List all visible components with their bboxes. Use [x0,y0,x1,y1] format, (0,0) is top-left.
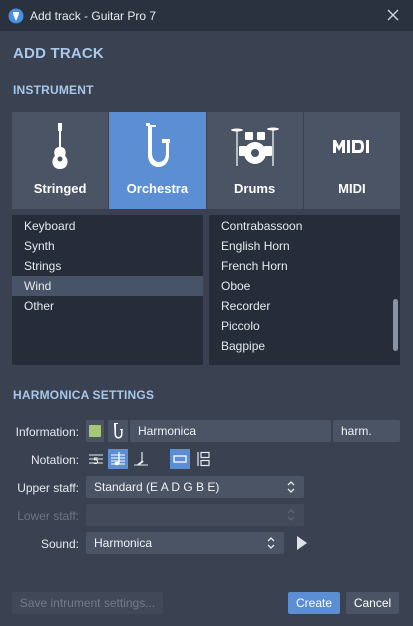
lower-staff-select [86,504,304,526]
category-stringed[interactable]: Stringed [12,112,110,209]
category-label: MIDI [338,181,366,196]
list-item[interactable]: Contrabassoon [209,216,400,236]
list-item[interactable]: Other [12,296,203,316]
guitar-pro-logo-icon [8,8,24,23]
notation-label: Notation: [30,453,79,467]
sound-select[interactable]: Harmonica [86,532,284,554]
category-selector: Stringed Orchestra Drums MIDI [12,112,400,209]
cancel-button[interactable]: Cancel [346,592,399,614]
category-label: Drums [234,181,276,196]
guitar-icon [52,123,68,169]
track-name-input[interactable]: Harmonica [130,420,331,442]
drum-kit-icon [230,127,279,166]
grand-staff-toggle[interactable] [193,449,213,469]
instrument-list: Contrabassoon English Horn French Horn O… [209,215,400,365]
single-staff-toggle[interactable] [170,449,190,469]
list-item[interactable]: Keyboard [12,216,203,236]
title-bar: Add track - Guitar Pro 7 [0,0,413,31]
instrument-heading: INSTRUMENT [13,83,94,97]
saxophone-icon [114,423,123,439]
list-item[interactable]: Recorder [209,296,400,316]
chevron-updown-icon [287,509,295,521]
category-midi[interactable]: MIDI [303,112,400,209]
list-item[interactable]: Strings [12,256,203,276]
category-orchestra[interactable]: Orchestra [109,112,207,209]
information-label: Information: [15,425,79,439]
play-icon[interactable] [296,535,308,551]
upper-staff-label: Upper staff: [17,481,79,495]
slash-notation-toggle[interactable] [131,449,151,469]
subcategory-list: Keyboard Synth Strings Wind Other [12,215,203,365]
track-short-name-input[interactable]: harm. [333,420,400,442]
sound-value: Harmonica [94,536,153,550]
saxophone-icon [146,123,171,167]
slash-notation-icon [134,452,148,466]
track-color-picker[interactable] [86,420,104,442]
single-staff-icon [173,455,187,463]
list-item[interactable]: Oboe [209,276,400,296]
upper-staff-value: Standard (E A D G B E) [94,480,220,494]
list-item[interactable]: Piccolo [209,316,400,336]
list-item-selected[interactable]: Wind [12,276,203,296]
list-item[interactable]: English Horn [209,236,400,256]
category-label: Orchestra [126,181,189,196]
instrument-view-button[interactable] [108,420,128,442]
chevron-updown-icon [267,537,275,549]
svg-text:5: 5 [93,457,99,467]
standard-notation-toggle[interactable] [108,449,128,469]
settings-heading: HARMONICA SETTINGS [13,388,155,402]
create-button[interactable]: Create [288,592,340,614]
tablature-icon: 5 [89,454,103,467]
tablature-toggle[interactable]: 5 [86,449,106,469]
scrollbar[interactable] [393,299,398,351]
list-item[interactable]: French Horn [209,256,400,276]
save-instrument-settings-button: Save intrument settings... [12,592,163,614]
lower-staff-label: Lower staff: [17,509,79,523]
midi-icon [332,140,369,153]
standard-notation-icon [111,452,125,466]
list-item[interactable]: Synth [12,236,203,256]
category-label: Stringed [33,181,87,196]
dialog-heading: ADD TRACK [13,45,104,62]
upper-staff-select[interactable]: Standard (E A D G B E) [86,476,304,498]
sound-label: Sound: [40,537,79,551]
close-icon[interactable] [385,7,401,23]
grand-staff-icon [197,451,210,467]
chevron-updown-icon [287,481,295,493]
list-item[interactable]: Bagpipe [209,336,400,356]
category-drums[interactable]: Drums [206,112,304,209]
window-title: Add track - Guitar Pro 7 [30,8,157,23]
